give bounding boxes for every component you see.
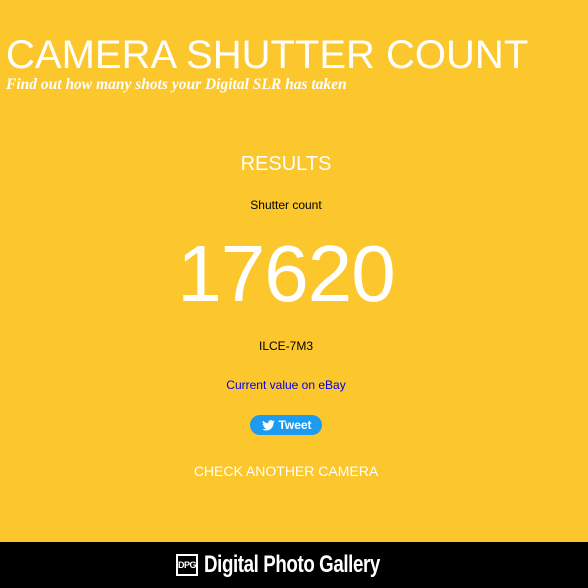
results-heading: RESULTS: [240, 153, 332, 175]
brand-name: Digital Photo Gallery: [204, 551, 380, 578]
tweet-container: Tweet: [0, 415, 572, 435]
page-header: CAMERA SHUTTER COUNT Find out how many s…: [6, 30, 528, 98]
page-title: CAMERA SHUTTER COUNT: [6, 33, 529, 77]
camera-model: ILCE-7M3: [258, 339, 314, 353]
page-subtitle: Find out how many shots your Digital SLR…: [6, 76, 347, 93]
dpg-logo-icon: DPG: [176, 554, 198, 576]
ebay-value-link[interactable]: Current value on eBay: [0, 377, 572, 393]
tweet-button[interactable]: Tweet: [250, 415, 322, 435]
shutter-count-value: 17620: [177, 229, 395, 318]
check-another-camera-link[interactable]: CHECK ANOTHER CAMERA: [0, 462, 572, 480]
footer-brand[interactable]: DPG Digital Photo Gallery: [176, 550, 430, 580]
footer: DPG Digital Photo Gallery: [0, 542, 588, 588]
shutter-count-label: Shutter count: [250, 198, 322, 212]
twitter-bird-icon: [262, 420, 276, 431]
tweet-label: Tweet: [278, 418, 312, 432]
